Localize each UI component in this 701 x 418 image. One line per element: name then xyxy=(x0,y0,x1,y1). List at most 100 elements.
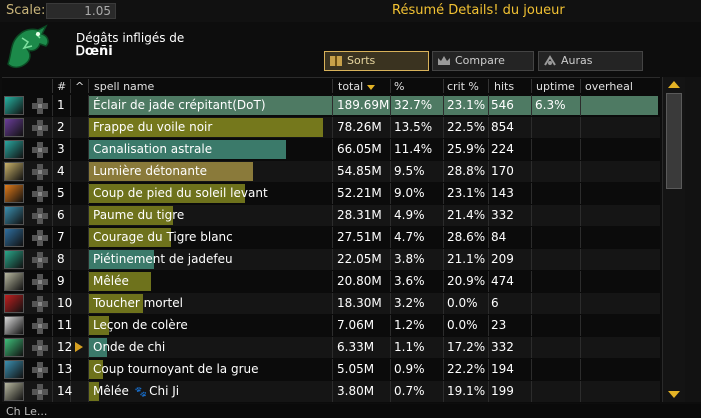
col-header-crit[interactable]: crit % xyxy=(447,80,479,93)
col-header-uptime[interactable]: uptime xyxy=(536,80,575,93)
report-cross-icon[interactable] xyxy=(30,208,50,224)
tab-sorts[interactable]: Sorts xyxy=(324,51,429,71)
row-hits: 474 xyxy=(491,274,514,288)
row-percent: 3.8% xyxy=(394,252,425,266)
row-rank: 1 xyxy=(57,98,65,112)
row-rank: 9 xyxy=(57,274,65,288)
row-total: 54.85M xyxy=(337,164,382,178)
row-crit: 25.9% xyxy=(447,142,486,156)
scroll-thumb[interactable] xyxy=(666,93,682,189)
row-total: 3.80M xyxy=(337,384,375,398)
expand-arrow-icon[interactable] xyxy=(75,342,83,352)
row-crit: 21.1% xyxy=(447,252,486,266)
report-cross-icon[interactable] xyxy=(30,142,50,158)
table-row[interactable]: 5 Coup de pied du soleil levant 52.21M 9.0%… xyxy=(2,183,660,204)
row-hits: 170 xyxy=(491,164,514,178)
report-cross-icon[interactable] xyxy=(30,274,50,290)
row-crit: 0.0% xyxy=(447,318,478,332)
spell-icon xyxy=(4,96,24,115)
row-rank: 14 xyxy=(57,384,73,398)
report-cross-icon[interactable] xyxy=(30,384,50,400)
row-percent: 1.2% xyxy=(394,318,425,332)
table-row[interactable]: 1 Éclair de jade crépitant(DoT) 189.69M 32.… xyxy=(2,95,660,116)
scroll-up-icon[interactable] xyxy=(668,81,680,88)
row-rank: 7 xyxy=(57,230,65,244)
col-header-rank[interactable]: # xyxy=(57,80,66,93)
report-cross-icon[interactable] xyxy=(30,362,50,378)
report-cross-icon[interactable] xyxy=(30,98,50,114)
row-percent: 3.2% xyxy=(394,296,425,310)
report-cross-icon[interactable] xyxy=(30,230,50,246)
spell-name-text: Mêlée xyxy=(93,384,129,398)
row-total: 20.80M xyxy=(337,274,382,288)
report-cross-icon[interactable] xyxy=(30,252,50,268)
col-header-overheal[interactable]: overheal xyxy=(585,80,633,93)
spell-table: # ^ spell name total % crit % hits uptim… xyxy=(2,77,660,403)
report-cross-icon[interactable] xyxy=(30,296,50,312)
table-row[interactable]: 9 Mêlée 20.80M 3.6% 20.9% 474 xyxy=(2,271,660,292)
player-name: Ꭰœñi xyxy=(76,44,113,59)
aura-icon xyxy=(544,55,556,66)
spell-icon xyxy=(4,118,24,137)
row-crit: 19.1% xyxy=(447,384,486,398)
row-percent: 32.7% xyxy=(394,98,433,112)
row-percent: 4.9% xyxy=(394,208,425,222)
pet-name: Chi Ji xyxy=(149,384,180,398)
tab-auras[interactable]: Auras xyxy=(538,51,643,71)
report-cross-icon[interactable] xyxy=(30,164,50,180)
tab-compare-label: Compare xyxy=(455,54,505,67)
row-percent: 13.5% xyxy=(394,120,433,134)
report-cross-icon[interactable] xyxy=(30,340,50,356)
spell-name-text: Canalisation astrale xyxy=(93,142,213,156)
row-total: 78.26M xyxy=(337,120,382,134)
scroll-down-icon[interactable] xyxy=(668,391,680,398)
table-header: # ^ spell name total % crit % hits uptim… xyxy=(2,78,660,94)
spell-name-text: Frappe du voile noir xyxy=(93,120,213,134)
row-total: 52.21M xyxy=(337,186,382,200)
table-row[interactable]: 8 Piétinement de jadefeu 22.05M 3.8% 21.1% 20… xyxy=(2,249,660,270)
table-row[interactable]: 12 Onde de chi 6.33M 1.1% 17.2% 332 xyxy=(2,337,660,358)
row-hits: 23 xyxy=(491,318,507,332)
table-row[interactable]: 6 Paume du tigre 28.31M 4.9% 21.4% 332 xyxy=(2,205,660,226)
row-uptime: 6.3% xyxy=(535,98,566,112)
spell-name: Mêlée 🐾 Chi Ji xyxy=(93,384,179,398)
table-row[interactable]: 2 Frappe du voile noir 78.26M 13.5% 22.5% 854 xyxy=(2,117,660,138)
spell-name: Onde de chi xyxy=(93,340,165,354)
spell-name: Frappe du voile noir xyxy=(93,120,212,134)
table-row[interactable]: 7 Courage du Tigre blanc 27.51M 4.7% 28.6% 84 xyxy=(2,227,660,248)
tab-auras-label: Auras xyxy=(561,54,593,67)
col-header-sort[interactable]: ^ xyxy=(75,80,84,93)
table-row[interactable]: 3 Canalisation astrale 66.05M 11.4% 25.9% 224 xyxy=(2,139,660,160)
spellbook-icon xyxy=(330,56,342,66)
spell-name-text: Lumière détonante xyxy=(93,164,208,178)
col-header-total-label: total xyxy=(338,80,364,93)
row-percent: 4.7% xyxy=(394,230,425,244)
spell-name-text: Coup de pied du soleil levant xyxy=(93,186,268,200)
row-total: 7.06M xyxy=(337,318,375,332)
row-hits: 546 xyxy=(491,98,514,112)
table-row[interactable]: 14 Mêlée 🐾 Chi Ji 3.80M 0.7% 19.1% 199 xyxy=(2,381,660,402)
report-cross-icon[interactable] xyxy=(30,318,50,334)
row-crit: 21.4% xyxy=(447,208,486,222)
col-header-hits[interactable]: hits xyxy=(494,80,514,93)
col-header-pct[interactable]: % xyxy=(394,80,404,93)
table-row[interactable]: 10 Toucher mortel 18.30M 3.2% 0.0% 6 xyxy=(2,293,660,314)
row-total: 22.05M xyxy=(337,252,382,266)
table-scrollbar[interactable] xyxy=(662,77,685,402)
table-row[interactable]: 13 Coup tournoyant de la grue 5.05M 0.9% 22.… xyxy=(2,359,660,380)
row-hits: 199 xyxy=(491,384,514,398)
col-header-total[interactable]: total xyxy=(338,80,376,93)
report-cross-icon[interactable] xyxy=(30,120,50,136)
report-cross-icon[interactable] xyxy=(30,186,50,202)
spell-icon xyxy=(4,228,24,247)
row-hits: 143 xyxy=(491,186,514,200)
table-row[interactable]: 11 Leçon de colère 7.06M 1.2% 0.0% 23 xyxy=(2,315,660,336)
tab-compare[interactable]: Compare xyxy=(432,51,534,71)
bottom-text: Ch Le... xyxy=(6,405,48,418)
table-row[interactable]: 4 Lumière détonante 54.85M 9.5% 28.8% 170 xyxy=(2,161,660,182)
col-header-spell[interactable]: spell name xyxy=(94,80,154,93)
row-rank: 4 xyxy=(57,164,65,178)
scale-slider[interactable]: 1.05 xyxy=(46,3,116,19)
row-rank: 2 xyxy=(57,120,65,134)
spell-name-text: Éclair de jade crépitant(DoT) xyxy=(93,98,266,112)
